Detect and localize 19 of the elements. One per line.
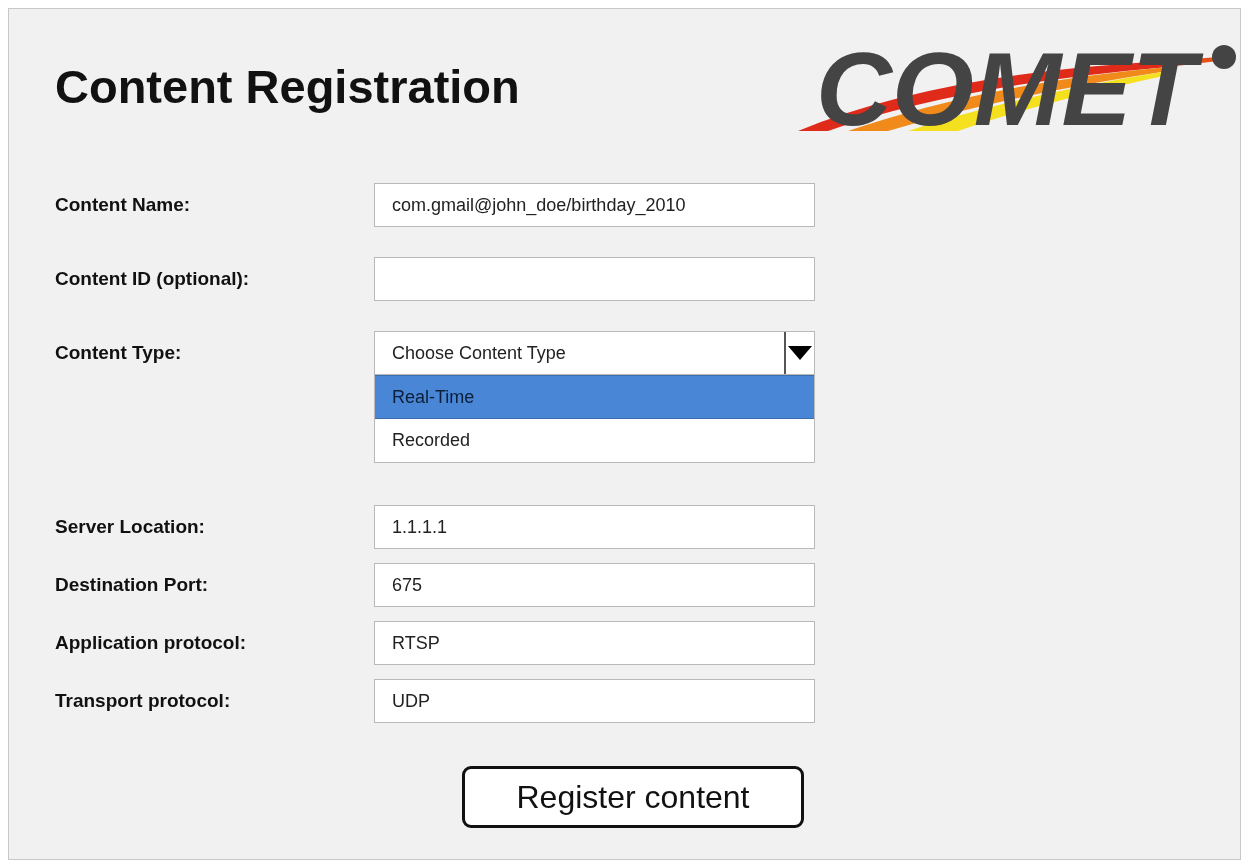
field-label: Content Type: [55, 341, 183, 365]
field-label: Destination Port: [55, 573, 210, 597]
text-field[interactable]: 675 [374, 563, 815, 607]
field-label: Server Location: [55, 515, 206, 539]
register-content-button[interactable]: Register content [462, 766, 804, 828]
field-label: Content ID (optional): [55, 267, 251, 291]
dropdown-field[interactable]: Choose Content Type [374, 331, 815, 375]
field-label: Transport protocol: [55, 689, 232, 713]
text-field[interactable]: com.gmail@john_doe/birthday_2010 [374, 183, 815, 227]
text-field[interactable] [374, 257, 815, 301]
dropdown-option[interactable]: Real-Time [375, 375, 814, 419]
dropdown-option[interactable]: Recorded [375, 419, 814, 462]
text-field[interactable]: 1.1.1.1 [374, 505, 815, 549]
field-label: Content Name: [55, 193, 192, 217]
page-title: Content Registration [55, 59, 520, 115]
field-label: Application protocol: [55, 631, 248, 655]
dropdown-caret-icon[interactable] [788, 346, 812, 360]
text-field[interactable]: RTSP [374, 621, 815, 665]
text-field[interactable]: UDP [374, 679, 815, 723]
